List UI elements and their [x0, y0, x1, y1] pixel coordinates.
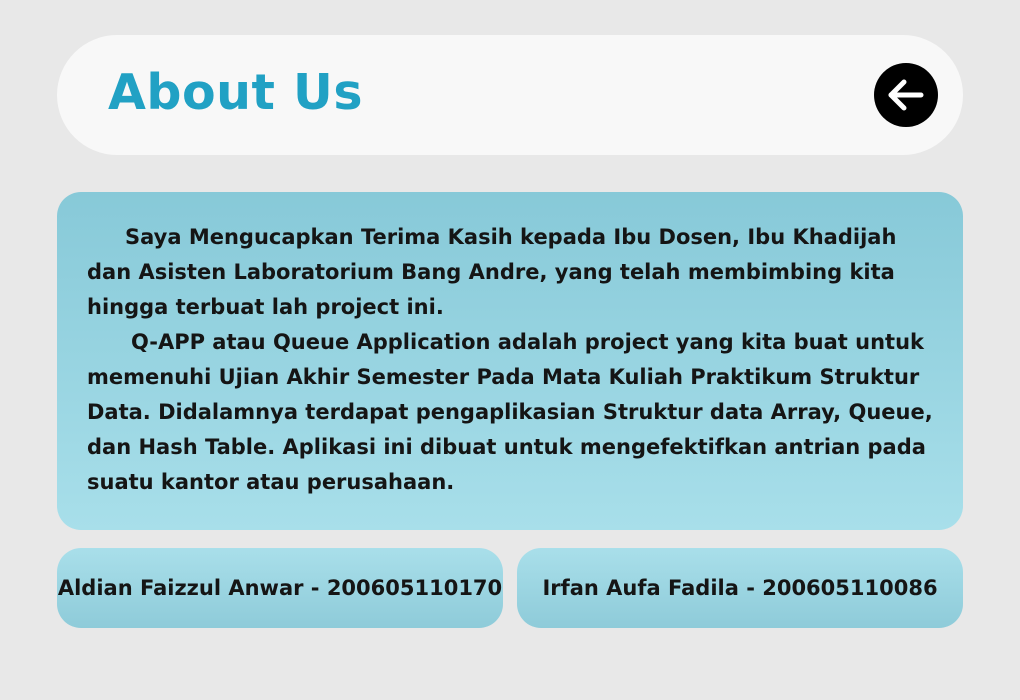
about-card: Saya Mengucapkan Terima Kasih kepada Ibu…	[57, 192, 963, 530]
about-paragraph-thanks: Saya Mengucapkan Terima Kasih kepada Ibu…	[87, 225, 897, 319]
page-title: About Us	[108, 64, 363, 121]
header-bar: About Us	[57, 35, 963, 155]
about-text: Saya Mengucapkan Terima Kasih kepada Ibu…	[87, 220, 937, 500]
back-button[interactable]	[874, 63, 938, 127]
author-name: Aldian Faizzul Anwar - 200605110170	[57, 576, 503, 600]
author-card-aldian: Aldian Faizzul Anwar - 200605110170	[57, 548, 503, 628]
about-paragraph-description: Q-APP atau Queue Application adalah proj…	[87, 330, 933, 494]
arrow-left-icon	[888, 79, 924, 111]
author-name: Irfan Aufa Fadila - 200605110086	[542, 576, 938, 600]
author-card-irfan: Irfan Aufa Fadila - 200605110086	[517, 548, 963, 628]
